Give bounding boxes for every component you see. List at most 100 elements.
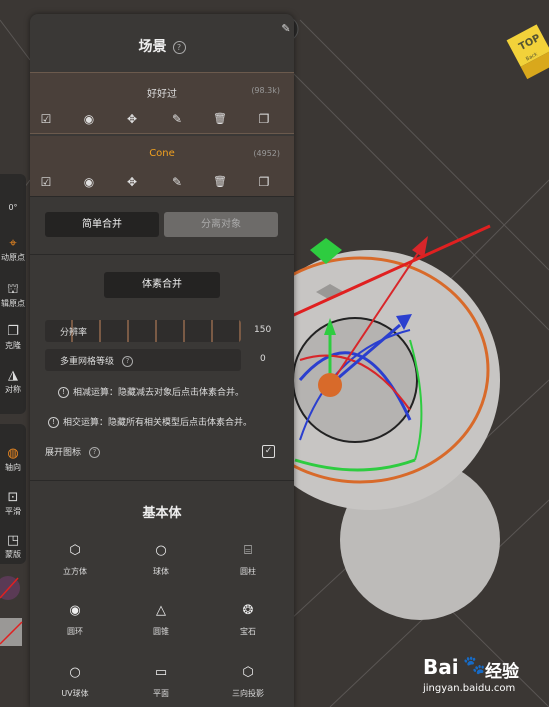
triplanar-icon: ⬡ [242, 665, 254, 680]
left-tool-label: 平滑 [5, 507, 21, 516]
watermark-brand-cn: 经验 [485, 662, 519, 682]
move-icon[interactable]: ✥ [124, 111, 140, 127]
left-tool-label: 克隆 [5, 341, 21, 350]
voxel-merge-button[interactable]: 体素合并 [104, 272, 220, 298]
left-tool-label: 动原点 [1, 253, 25, 262]
primitive-plane[interactable]: ▭ 平面 [131, 664, 191, 699]
separate-objects-button[interactable]: 分离对象 [164, 212, 278, 237]
eye-icon[interactable]: ◉ [81, 174, 97, 190]
primitive-label: 三向投影 [232, 689, 264, 698]
baidu-watermark: Bai 🐾 经验 jingyan.baidu.com [423, 655, 549, 707]
left-tool-clone[interactable]: ❐ 克隆 [0, 324, 26, 351]
lock-icon: ⛫ [7, 282, 19, 297]
checkbox-icon[interactable]: ☑ [38, 174, 54, 190]
intersect-note-text: 相交运算：隐藏所有相关模型后点击体素合并。 [63, 418, 253, 428]
expand-icons-label: 展开图标? [45, 445, 101, 458]
subtract-note-text: 相减运算：隐藏减去对象后点击体素合并。 [73, 388, 245, 398]
panel-title: 场景? [30, 36, 294, 56]
resolution-value: 150 [254, 325, 272, 335]
cube-icon: ⬡ [69, 543, 81, 558]
intersect-note: ! 相交运算：隐藏所有相关模型后点击体素合并。 [48, 415, 252, 428]
scene-object-row[interactable]: Cone (4952) ☑ ◉ ✥ ✎ 🗑 ❐ [30, 136, 294, 196]
trash-icon[interactable]: 🗑 [212, 111, 228, 127]
multires-label-text: 多重网格等级 [60, 357, 115, 367]
left-tool-label: 轴向 [5, 463, 21, 472]
left-tool-label: 对称 [5, 385, 21, 394]
trash-icon[interactable]: 🗑 [212, 174, 228, 190]
help-icon[interactable]: ? [172, 40, 186, 54]
left-tool-symmetry[interactable]: ◮ 对称 [0, 368, 26, 395]
primitive-label: 圆环 [67, 627, 83, 636]
cone-icon: △ [156, 603, 166, 618]
plane-icon: ▭ [154, 665, 168, 680]
left-tool-mask[interactable]: ◳ 蒙版 [0, 533, 26, 560]
left-tool-label: 辑原点 [1, 299, 25, 308]
primitive-uv-sphere[interactable]: ○ UV球体 [45, 664, 105, 699]
primitive-label: 圆柱 [240, 567, 256, 576]
divider [30, 196, 294, 197]
axis-icon: ◍ [7, 446, 19, 461]
pin-icon: ✎ [281, 22, 291, 35]
primitive-triplanar[interactable]: ⬡ 三向投影 [218, 664, 278, 699]
checkbox-icon[interactable]: ☑ [38, 111, 54, 127]
primitive-torus[interactable]: ◉ 圆环 [45, 602, 105, 637]
object-actions: ☑ ◉ ✥ ✎ 🗑 ❐ [30, 111, 294, 127]
angle-value: 0° [8, 203, 18, 212]
watermark-url: jingyan.baidu.com [423, 683, 516, 694]
paw-icon: 🐾 [463, 655, 486, 676]
symmetry-icon: ◮ [8, 368, 18, 383]
copy-icon[interactable]: ❐ [256, 111, 272, 127]
info-icon: ! [48, 417, 59, 428]
uv-sphere-icon: ○ [69, 665, 81, 680]
left-tool-edit-origin[interactable]: ⛫ 辑原点 [0, 282, 26, 309]
smooth-icon: ⊡ [7, 490, 19, 505]
primitive-label: UV球体 [61, 689, 89, 698]
primitives-title: 基本体 [142, 506, 182, 521]
left-tool-smooth[interactable]: ⊡ 平滑 [0, 490, 26, 517]
primitive-label: 球体 [153, 567, 169, 576]
subtract-note: ! 相减运算：隐藏减去对象后点击体素合并。 [58, 385, 244, 398]
help-icon[interactable]: ? [122, 356, 134, 367]
resolution-label: 分辨率 [60, 328, 88, 338]
simple-merge-button[interactable]: 简单合并 [45, 212, 159, 237]
crosshair-icon: ⌖ [9, 236, 17, 251]
angle-readout: 0° [0, 203, 26, 212]
divider [30, 254, 294, 255]
object-vertex-count: (98.3k) [251, 86, 280, 95]
help-icon[interactable]: ? [89, 447, 101, 458]
object-vertex-count: (4952) [253, 149, 280, 158]
scene-panel: 场景? 好好过 (98.3k) ☑ ◉ ✥ ✎ 🗑 ❐ Cone (4952) … [30, 14, 294, 707]
expand-icons-checkbox[interactable]: ✓ [262, 445, 275, 458]
primitive-cube[interactable]: ⬡ 立方体 [45, 542, 105, 577]
edit-icon[interactable]: ✎ [169, 174, 185, 190]
gem-icon: ❂ [242, 603, 254, 618]
left-tool-axis[interactable]: ◍ 轴向 [0, 446, 26, 473]
multires-label: 多重网格等级? [60, 354, 134, 367]
cylinder-icon: ⌸ [244, 543, 252, 558]
pin-button[interactable]: ✎ [274, 17, 298, 41]
mask-icon: ◳ [6, 533, 20, 548]
expand-icons-label-text: 展开图标 [45, 448, 82, 458]
eye-icon[interactable]: ◉ [81, 111, 97, 127]
move-icon[interactable]: ✥ [124, 174, 140, 190]
left-tool-label: 蒙版 [5, 550, 21, 559]
object-actions: ☑ ◉ ✥ ✎ 🗑 ❐ [30, 174, 294, 190]
primitive-sphere[interactable]: ○ 球体 [131, 542, 191, 577]
info-icon: ! [58, 387, 69, 398]
edit-icon[interactable]: ✎ [169, 111, 185, 127]
copy-icon[interactable]: ❐ [256, 174, 272, 190]
primitive-label: 立方体 [63, 567, 87, 576]
sphere-icon: ○ [155, 543, 167, 558]
scene-object-row[interactable]: 好好过 (98.3k) ☑ ◉ ✥ ✎ 🗑 ❐ [30, 72, 294, 134]
primitive-label: 宝石 [240, 627, 256, 636]
panel-title-text: 场景 [138, 39, 167, 55]
nav-cube-top-label: TOP [517, 32, 543, 53]
primitive-cylinder[interactable]: ⌸ 圆柱 [218, 542, 278, 577]
multires-value: 0 [260, 354, 266, 364]
clone-icon: ❐ [7, 324, 19, 339]
primitive-label: 平面 [153, 689, 169, 698]
primitive-gem[interactable]: ❂ 宝石 [218, 602, 278, 637]
left-tool-move-origin[interactable]: ⌖ 动原点 [0, 236, 26, 263]
primitive-cone[interactable]: △ 圆锥 [131, 602, 191, 637]
torus-icon: ◉ [69, 603, 81, 618]
